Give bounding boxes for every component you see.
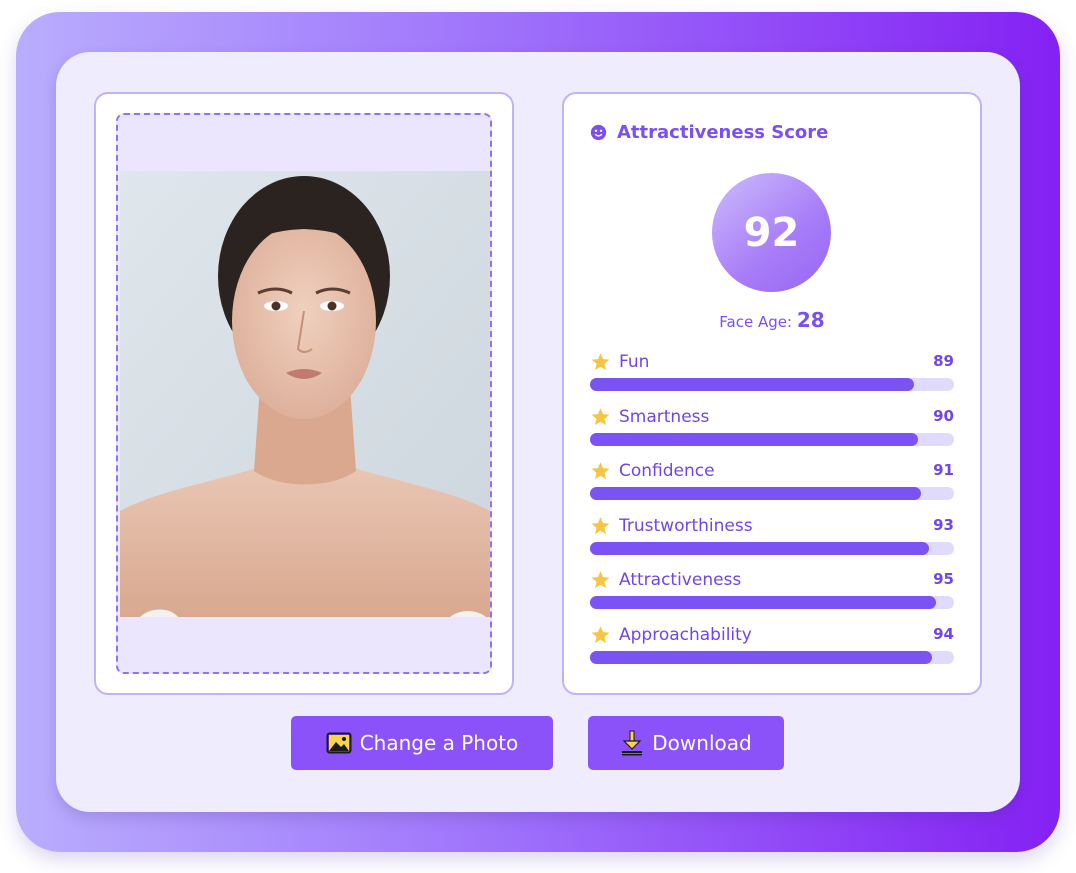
portrait-photo [120, 171, 490, 617]
metric-row: Approachability 94 [590, 623, 954, 669]
metric-label: Smartness [619, 406, 710, 427]
metric-value: 94 [933, 625, 954, 643]
star-icon [591, 462, 610, 480]
metric-row: Attractiveness 95 [590, 568, 954, 614]
metric-bar-track [590, 432, 954, 446]
metric-value: 89 [933, 352, 954, 370]
metric-bar-track [590, 651, 954, 664]
metric-bar-track [590, 541, 954, 555]
change-photo-label: Change a Photo [359, 731, 519, 755]
metric-bar-fill [590, 487, 922, 501]
metric-row: Confidence 91 [590, 459, 954, 505]
score-title-text: Attractiveness Score [617, 121, 829, 143]
metric-row: Fun 89 [590, 350, 954, 396]
smiley-icon [590, 124, 607, 140]
metric-value: 90 [933, 406, 954, 425]
star-icon [591, 571, 610, 589]
metric-label: Trustworthiness [619, 515, 753, 536]
metric-label: Confidence [619, 461, 715, 482]
image-icon [326, 732, 352, 754]
download-icon [622, 730, 643, 756]
metric-bar-fill [590, 378, 914, 391]
star-icon [591, 517, 610, 534]
score-title: Attractiveness Score [590, 120, 828, 144]
metric-bar-fill [590, 541, 929, 555]
star-icon [591, 407, 610, 425]
change-photo-button[interactable]: Change a Photo [291, 716, 553, 770]
face-age-label: Face Age: [719, 313, 793, 331]
score-value: 92 [743, 209, 800, 256]
metric-value: 91 [933, 461, 954, 480]
photo-dropzone[interactable] [116, 113, 492, 674]
download-label: Download [652, 731, 752, 755]
metric-bar-track [590, 487, 954, 501]
metric-bar-fill [590, 596, 936, 610]
metric-row: Smartness 90 [590, 405, 954, 451]
metric-label: Fun [619, 352, 650, 372]
metric-label: Approachability [619, 625, 752, 645]
star-icon [591, 626, 610, 644]
metric-bar-track [590, 596, 954, 610]
score-circle: 92 [712, 173, 831, 292]
metric-bar-fill [590, 432, 918, 446]
face-age-value: 28 [796, 308, 825, 332]
face-age: Face Age: 28 [562, 308, 982, 332]
metric-value: 95 [933, 570, 954, 589]
metric-bar-fill [590, 651, 933, 664]
metric-bar-track [590, 378, 954, 391]
download-button[interactable]: Download [588, 716, 784, 770]
metric-label: Attractiveness [619, 570, 742, 591]
metric-row: Trustworthiness 93 [590, 514, 954, 560]
metric-value: 93 [933, 515, 954, 534]
star-icon [591, 353, 610, 371]
